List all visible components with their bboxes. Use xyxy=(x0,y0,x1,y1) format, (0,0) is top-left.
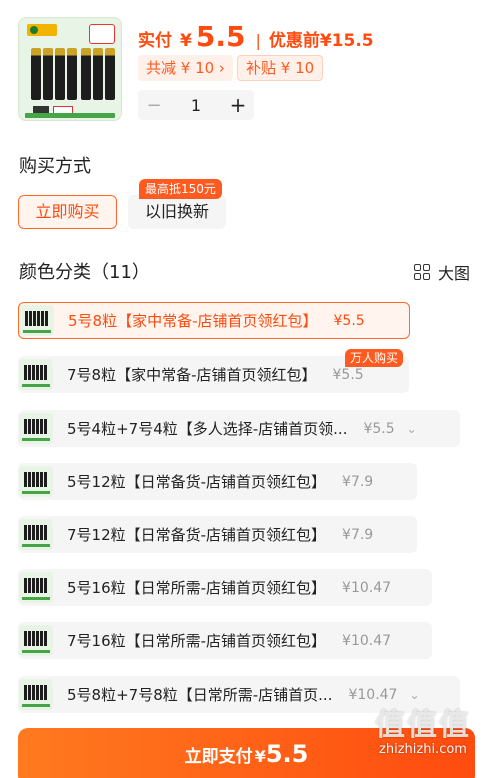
subsidy-tag: 补贴 ¥ 10 xyxy=(237,55,324,81)
variant-price: ¥5.5 xyxy=(363,420,395,437)
variant-name: 7号12粒【日常备货-店铺首页领红包】 xyxy=(67,526,327,544)
variant-name: 5号12粒【日常备货-店铺首页领红包】 xyxy=(67,473,327,491)
variant-option[interactable]: 7号12粒【日常备货-店铺首页领红包】 ¥7.9 xyxy=(18,516,417,553)
variant-thumbnail xyxy=(19,519,53,550)
variant-thumbnail xyxy=(19,572,53,603)
variant-price: ¥5.5 xyxy=(332,366,364,383)
variant-option[interactable]: 5号8粒【家中常备-店铺首页领红包】 ¥5.5 xyxy=(18,302,410,339)
variant-name: 5号8粒【家中常备-店铺首页领红包】 xyxy=(68,312,318,330)
actual-price-label: 实付 xyxy=(138,31,172,51)
variant-name: 5号16粒【日常所需-店铺首页领红包】 xyxy=(67,579,327,597)
original-price: ¥15.5 xyxy=(319,31,374,51)
trade-in-option[interactable]: 以旧换新 xyxy=(128,195,226,229)
pay-amount: 5.5 xyxy=(265,740,309,768)
promo-badge xyxy=(89,24,115,44)
chevron-down-icon[interactable]: ⌄ xyxy=(407,422,417,436)
battery-graphic xyxy=(93,48,103,100)
battery-graphic xyxy=(105,48,115,100)
price-separator: | xyxy=(255,31,261,50)
variant-price: ¥7.9 xyxy=(342,526,374,543)
variant-thumbnail xyxy=(20,305,54,336)
battery-graphic xyxy=(55,48,65,100)
brand-strip xyxy=(25,113,115,118)
variant-name: 5号4粒+7号4粒【多人选择-店铺首页领... xyxy=(67,420,348,438)
variant-thumbnail xyxy=(19,625,53,656)
variant-option[interactable]: 5号4粒+7号4粒【多人选择-店铺首页领... ¥5.5 ⌄ xyxy=(18,410,460,447)
price-row: 实付 ¥ 5.5 | 优惠前 ¥15.5 xyxy=(138,20,374,53)
quantity-value[interactable]: 1 xyxy=(170,96,222,115)
pay-now-content: 立即支付 ¥ 5.5 xyxy=(185,740,309,768)
battery-graphic xyxy=(43,48,53,100)
variant-thumbnail xyxy=(19,466,53,497)
grid-icon xyxy=(413,264,430,280)
quantity-stepper: − 1 + xyxy=(138,90,254,120)
variant-name: 7号8粒【家中常备-店铺首页领红包】 xyxy=(67,366,317,384)
pay-currency: ¥ xyxy=(254,747,266,766)
popular-tag: 万人购买 xyxy=(345,349,404,367)
watermark-logo: 值值值 xyxy=(375,708,471,743)
variant-thumbnail xyxy=(19,359,53,390)
variant-thumbnail xyxy=(19,679,53,710)
decrement-button[interactable]: − xyxy=(138,95,170,116)
variant-name: 7号16粒【日常所需-店铺首页领红包】 xyxy=(67,632,327,650)
big-image-toggle[interactable]: 大图 xyxy=(413,260,470,284)
buy-method-title: 购买方式 xyxy=(19,156,91,177)
big-image-label: 大图 xyxy=(437,264,470,283)
variant-price: ¥10.47 xyxy=(342,579,392,596)
watermark-url: zhizhizhi.com xyxy=(379,742,467,757)
site-watermark: 值值值 zhizhizhi.com xyxy=(354,700,492,757)
variant-option[interactable]: 5号16粒【日常所需-店铺首页领红包】 ¥10.47 xyxy=(18,569,432,606)
pay-now-label: 立即支付 xyxy=(184,747,253,767)
variant-price: ¥7.9 xyxy=(342,473,374,490)
discount-tag[interactable]: 共减 ¥ 10 › xyxy=(138,55,233,81)
battery-graphic xyxy=(81,48,91,100)
original-price-label: 优惠前 xyxy=(268,31,320,51)
variant-option[interactable]: 5号12粒【日常备货-店铺首页领红包】 ¥7.9 xyxy=(18,463,417,500)
variant-name: 5号8粒+7号8粒【日常所需-店铺首页... xyxy=(67,686,333,704)
buy-now-option[interactable]: 立即购买 xyxy=(18,195,117,229)
trade-in-tag: 最高抵150元 xyxy=(139,179,222,199)
currency-symbol: ¥ xyxy=(180,31,192,51)
product-thumbnail[interactable] xyxy=(18,17,122,121)
battery-graphic xyxy=(31,48,41,100)
variant-thumbnail xyxy=(19,413,53,444)
variant-option[interactable]: 7号16粒【日常所需-店铺首页领红包】 ¥10.47 xyxy=(18,622,432,659)
battery-graphic xyxy=(67,48,77,100)
gp-logo xyxy=(27,24,57,36)
variant-price: ¥10.47 xyxy=(342,632,392,649)
variant-price: ¥5.5 xyxy=(333,312,365,329)
actual-price: 5.5 xyxy=(195,20,246,53)
increment-button[interactable]: + xyxy=(222,93,254,117)
variant-section-title: 颜色分类（11） xyxy=(19,262,150,283)
